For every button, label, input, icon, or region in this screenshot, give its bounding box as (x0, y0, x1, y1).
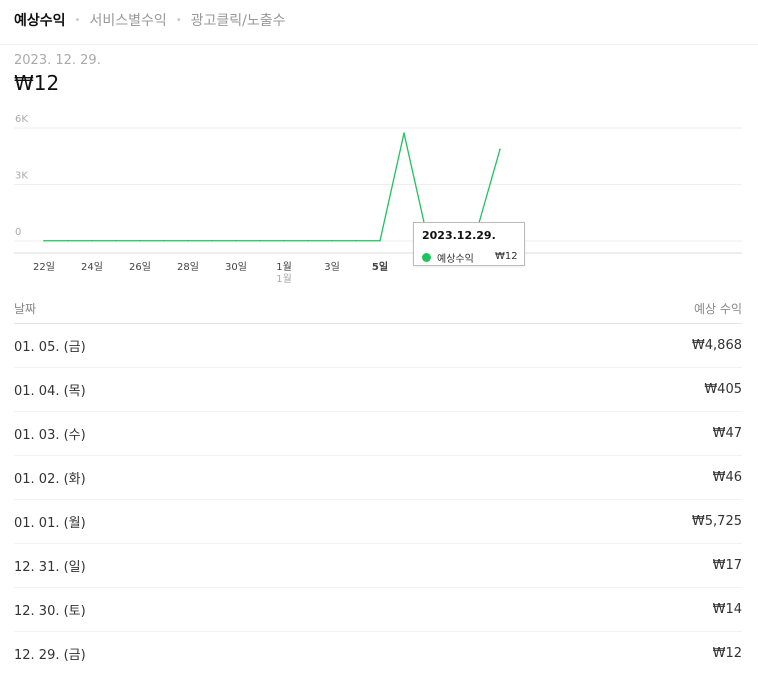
table-row: 01. 01. (월) ₩5,725 (14, 500, 742, 544)
y-tick-label: 0 (15, 227, 21, 238)
tooltip-date: 2023.12.29. (422, 229, 496, 242)
divider (0, 44, 758, 45)
tab-bar: 예상수익 • 서비스별수익 • 광고클릭/노출수 (14, 8, 286, 32)
header-date: 날짜 (14, 302, 37, 316)
tab-separator: • (74, 14, 81, 26)
data-point (67, 239, 69, 242)
table-header: 날짜 예상 수익 (14, 300, 742, 324)
table-row: 01. 04. (목) ₩405 (14, 368, 742, 412)
revenue-line-chart[interactable]: 6K 3K 0 22일 24일 26일 28일 30일 1월 3일 5일 1월 (0, 110, 758, 290)
tooltip-value: ₩12 (495, 251, 518, 262)
table-row: 12. 29. (금) ₩12 (14, 632, 742, 675)
x-tick-label: 1월 (276, 261, 292, 273)
data-point (211, 239, 213, 242)
data-point (163, 239, 165, 242)
x-tick-label: 24일 (81, 261, 103, 273)
chart-tooltip: 2023.12.29. 예상수익 ₩12 (413, 222, 525, 266)
data-point (379, 239, 381, 242)
data-point (499, 148, 501, 151)
row-value: ₩17 (712, 558, 742, 573)
series-color-dot (422, 253, 431, 262)
data-point (259, 239, 261, 242)
row-value: ₩4,868 (691, 338, 742, 353)
tab-estimated-revenue[interactable]: 예상수익 (14, 10, 66, 30)
table-row: 01. 03. (수) ₩47 (14, 412, 742, 456)
x-tick-label: 26일 (129, 261, 151, 273)
data-point (355, 239, 357, 242)
row-date: 01. 02. (화) (14, 472, 86, 487)
data-point (235, 239, 237, 242)
revenue-table: 날짜 예상 수익 01. 05. (금) ₩4,868 01. 04. (목) ₩4… (14, 300, 742, 675)
row-date: 01. 05. (금) (14, 340, 86, 355)
data-point (43, 239, 45, 242)
x-tick-label: 30일 (225, 261, 247, 273)
selected-date: 2023. 12. 29. (14, 53, 101, 68)
data-point (139, 239, 141, 242)
data-point (283, 239, 285, 242)
header-revenue: 예상 수익 (694, 302, 742, 316)
row-value: ₩14 (712, 602, 742, 617)
data-point (331, 239, 333, 242)
row-date: 01. 01. (월) (14, 516, 86, 531)
selected-value: ₩12 (14, 71, 60, 95)
data-point (187, 239, 189, 242)
data-point (307, 239, 309, 242)
table-row: 01. 02. (화) ₩46 (14, 456, 742, 500)
row-date: 12. 30. (토) (14, 604, 86, 619)
data-point (403, 132, 405, 134)
x-tick-label: 3일 (324, 261, 340, 273)
y-tick-label: 6K (15, 114, 28, 125)
table-row: 01. 05. (금) ₩4,868 (14, 324, 742, 368)
tab-separator: • (175, 14, 182, 26)
tooltip-series: 예상수익 (422, 250, 474, 265)
row-value: ₩405 (704, 382, 742, 397)
tab-ad-clicks-impressions[interactable]: 광고클릭/노출수 (191, 10, 286, 30)
row-value: ₩47 (712, 426, 742, 441)
row-value: ₩5,725 (691, 514, 742, 529)
row-value: ₩12 (712, 646, 742, 661)
y-tick-label: 3K (15, 171, 28, 182)
x-tick-label: 28일 (177, 261, 199, 273)
tooltip-series-label: 예상수익 (437, 254, 474, 265)
tab-revenue-by-service[interactable]: 서비스별수익 (89, 10, 166, 30)
row-date: 01. 03. (수) (14, 428, 86, 443)
table-row: 12. 31. (일) ₩17 (14, 544, 742, 588)
data-point (91, 239, 93, 242)
row-date: 12. 29. (금) (14, 648, 86, 663)
data-point (115, 239, 117, 242)
x-tick-label: 22일 (33, 261, 55, 273)
row-value: ₩46 (712, 470, 742, 485)
x-month-label: 1월 (276, 273, 292, 285)
row-date: 12. 31. (일) (14, 560, 86, 575)
x-tick-label: 5일 (372, 260, 388, 273)
row-date: 01. 04. (목) (14, 384, 86, 399)
table-row: 12. 30. (토) ₩14 (14, 588, 742, 632)
